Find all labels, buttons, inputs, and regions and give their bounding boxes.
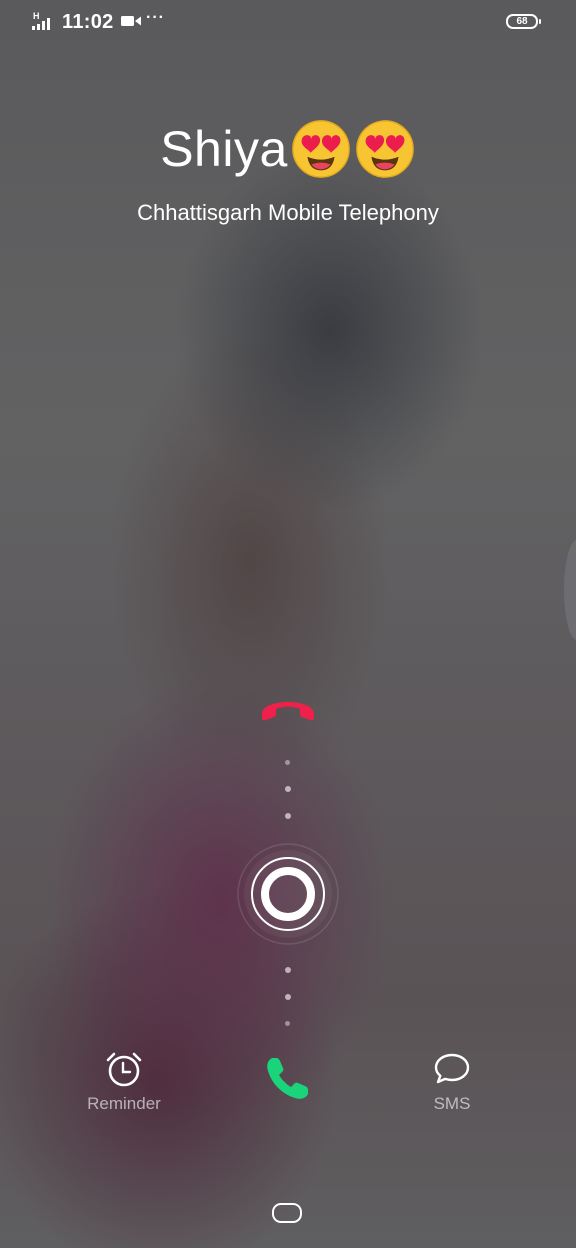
accept-call-icon[interactable] [262, 1052, 314, 1104]
video-camera-icon [121, 16, 141, 26]
reminder-button[interactable]: Reminder [64, 1050, 184, 1114]
edge-handle [564, 540, 576, 640]
slide-hint-dot [285, 786, 291, 792]
more-notifications-icon: ··· [146, 9, 165, 26]
caller-name: Shiya [0, 118, 576, 180]
carrier-name: Chhattisgarh Mobile Telephony [137, 200, 439, 225]
home-button[interactable] [272, 1203, 302, 1223]
battery-level: 68 [516, 16, 528, 27]
heart-eyes-emoji-icon [355, 120, 414, 178]
message-bubble-icon [434, 1053, 470, 1084]
signal-icon [32, 18, 50, 30]
heart-eyes-emoji-icon [291, 120, 350, 178]
decline-call-icon[interactable] [256, 690, 320, 730]
slide-hint-dot [285, 813, 291, 819]
battery-indicator: 68 [506, 14, 541, 29]
slide-hint-dot [285, 1021, 290, 1026]
clock: 11:02 [62, 11, 114, 33]
reminder-label: Reminder [87, 1094, 161, 1113]
slide-hint-dot [285, 994, 291, 1000]
answer-slider-handle[interactable] [236, 842, 340, 946]
sms-label: SMS [433, 1094, 471, 1113]
caller-name-text: Shiya [160, 121, 288, 177]
slide-hint-dot [285, 967, 291, 973]
status-bar: H 11:02 ··· 68 [0, 0, 576, 44]
sms-button[interactable]: SMS [392, 1050, 512, 1114]
alarm-clock-icon [106, 1052, 142, 1087]
slide-hint-dot [285, 760, 290, 765]
